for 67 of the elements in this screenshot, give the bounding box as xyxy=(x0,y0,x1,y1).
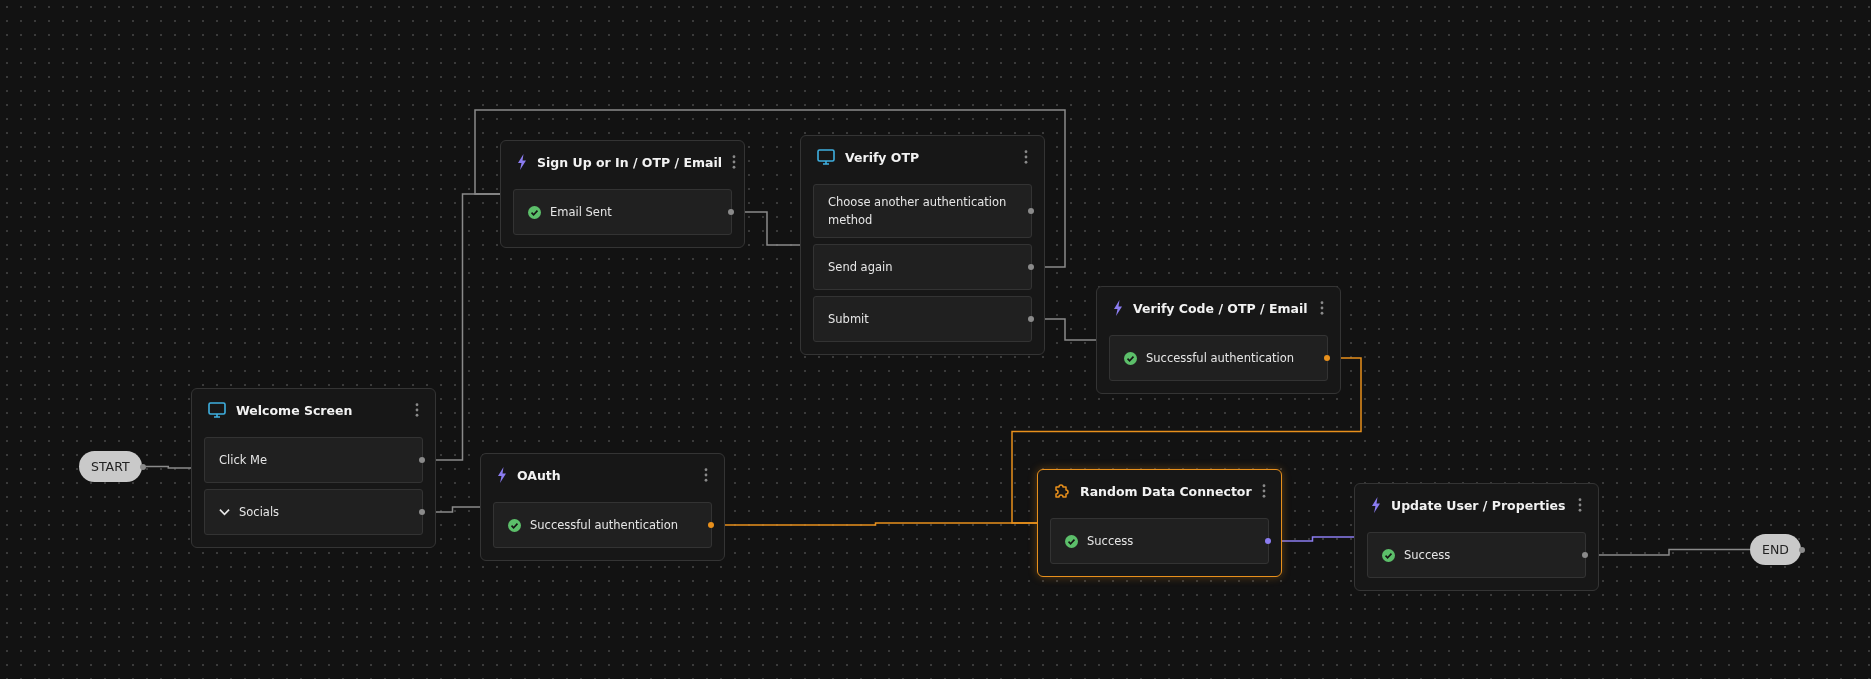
port-dot[interactable] xyxy=(708,522,714,528)
more-icon[interactable] xyxy=(732,155,736,169)
more-icon[interactable] xyxy=(415,403,419,417)
port-dot[interactable] xyxy=(1028,208,1034,214)
lightning-icon xyxy=(517,154,527,170)
port-dot[interactable] xyxy=(1798,546,1805,553)
node-title: Random Data Connector xyxy=(1080,483,1252,499)
node-row[interactable]: Socials xyxy=(204,489,423,535)
check-circle-icon xyxy=(528,205,541,219)
port-dot[interactable] xyxy=(1028,316,1034,322)
node-row[interactable]: Submit xyxy=(813,296,1032,342)
row-label: Click Me xyxy=(219,452,268,469)
puzzle-icon xyxy=(1054,483,1070,499)
row-label: Successful authentication xyxy=(1146,350,1295,367)
port-dot[interactable] xyxy=(419,509,425,515)
node-card[interactable]: Sign Up or In / OTP / Email Email Sent xyxy=(500,140,745,248)
row-label: Success xyxy=(1087,533,1134,550)
node-card[interactable]: Welcome Screen Click Me Socials xyxy=(191,388,436,548)
more-icon[interactable] xyxy=(1261,484,1266,498)
port-dot[interactable] xyxy=(1265,538,1271,544)
node-row[interactable]: Successful authentication xyxy=(1109,335,1328,381)
check-circle-icon xyxy=(1382,548,1395,562)
node-title: Update User / Properties xyxy=(1391,497,1567,513)
lightning-icon xyxy=(1113,300,1123,316)
connector-line xyxy=(144,465,192,469)
more-icon[interactable] xyxy=(1578,498,1582,512)
row-label: Socials xyxy=(239,504,280,521)
node-row[interactable]: Success xyxy=(1050,518,1269,564)
row-label: Submit xyxy=(828,311,869,328)
chevron-down-icon[interactable] xyxy=(219,508,230,516)
port-dot[interactable] xyxy=(1582,552,1588,558)
node-card[interactable]: Verify OTP Choose another authentication method Send again Submit xyxy=(800,135,1045,355)
node-title: OAuth xyxy=(517,467,562,483)
row-label: Success xyxy=(1404,547,1451,564)
row-label: Email Sent xyxy=(550,204,612,221)
port-dot[interactable] xyxy=(1324,355,1330,361)
row-label: Successful authentication xyxy=(530,517,679,534)
more-icon[interactable] xyxy=(1320,301,1324,315)
port-dot[interactable] xyxy=(139,463,146,470)
node-card[interactable]: Update User / Properties Success xyxy=(1354,483,1599,591)
node-title: Welcome Screen xyxy=(236,402,354,418)
check-circle-icon xyxy=(1065,534,1078,548)
node-card[interactable]: OAuth Successful authentication xyxy=(480,453,725,561)
node-title: Verify Code / OTP / Email xyxy=(1133,300,1309,316)
port-dot[interactable] xyxy=(1028,264,1034,270)
node-row[interactable]: Success xyxy=(1367,532,1586,578)
more-icon[interactable] xyxy=(704,468,708,482)
monitor-icon xyxy=(208,402,226,418)
lightning-icon xyxy=(497,467,507,483)
node-row[interactable]: Successful authentication xyxy=(493,502,712,548)
lightning-icon xyxy=(1371,497,1381,513)
node-title: Verify OTP xyxy=(845,149,921,165)
monitor-icon xyxy=(817,149,835,165)
check-circle-icon xyxy=(1124,351,1137,365)
node-row[interactable]: Send again xyxy=(813,244,1032,290)
check-circle-icon xyxy=(508,518,521,532)
node-row[interactable]: Choose another authentication method xyxy=(813,184,1032,238)
node-row[interactable]: Email Sent xyxy=(513,189,732,235)
port-dot[interactable] xyxy=(728,209,734,215)
row-label: Send again xyxy=(828,259,893,276)
node-card[interactable]: Verify Code / OTP / Email Successful authentication xyxy=(1096,286,1341,394)
row-label: Choose another authentication method xyxy=(828,194,1008,229)
node-title: Sign Up or In / OTP / Email xyxy=(537,154,722,170)
more-icon[interactable] xyxy=(1024,150,1028,164)
port-dot[interactable] xyxy=(419,457,425,463)
node-card[interactable]: Random Data Connector Success xyxy=(1037,469,1282,577)
node-row[interactable]: Click Me xyxy=(204,437,423,483)
